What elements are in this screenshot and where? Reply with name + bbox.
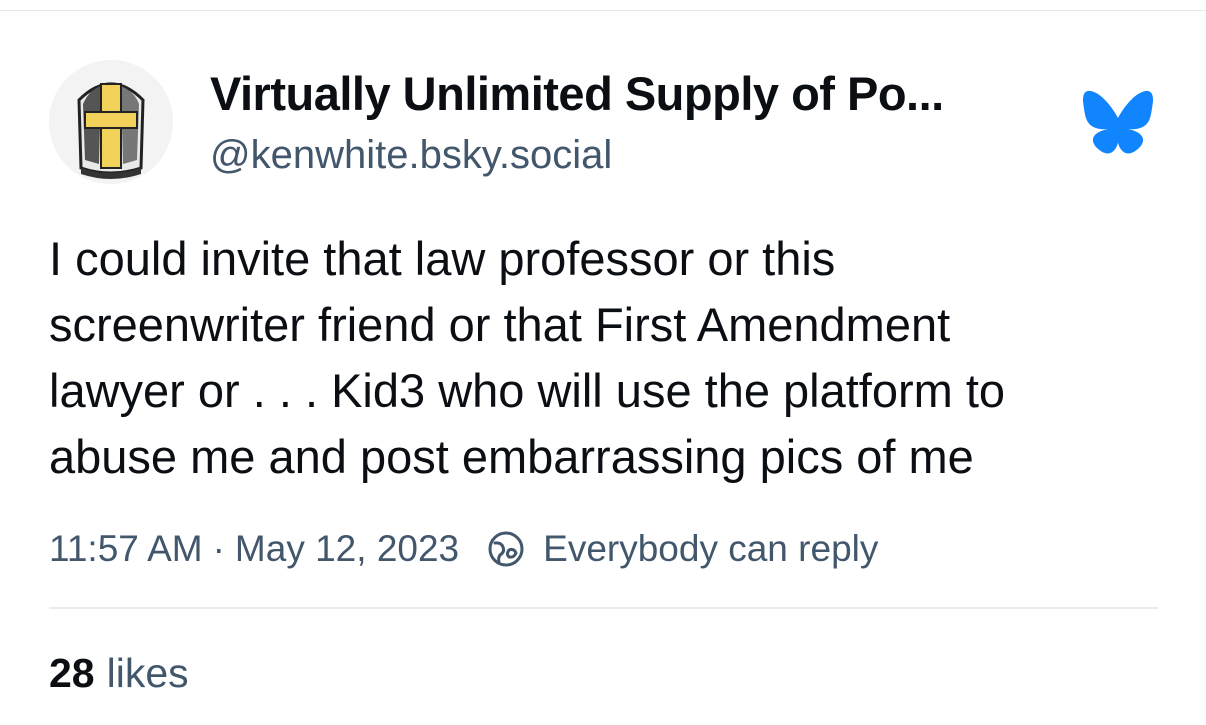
author-avatar[interactable] [49, 60, 173, 184]
likes-divider [49, 607, 1158, 609]
post-text-line: I could invite that law professor or thi… [49, 232, 836, 285]
post-text: I could invite that law professor or thi… [49, 226, 1169, 490]
post-text-line: screenwriter friend or that First Amendm… [49, 298, 951, 351]
author-handle[interactable]: @kenwhite.bsky.social [210, 133, 612, 178]
likes-number: 28 [49, 650, 95, 696]
likes-label: likes [106, 650, 189, 696]
post-text-line: abuse me and post embarrassing pics of m… [49, 430, 974, 483]
globe-icon [487, 530, 525, 568]
reply-setting[interactable]: Everybody can reply [543, 528, 878, 570]
post-time[interactable]: 11:57 AM [49, 528, 203, 570]
post-date[interactable]: May 12, 2023 [235, 528, 459, 570]
top-divider [0, 10, 1206, 11]
meta-separator: · [212, 528, 225, 569]
post-text-line: lawyer or . . . Kid3 who will use the pl… [49, 364, 1006, 417]
mitre-cross-avatar-icon [49, 60, 173, 184]
author-display-name[interactable]: Virtually Unlimited Supply of Po... [210, 66, 944, 121]
post-meta: 11:57 AM · May 12, 2023 Everybody can re… [49, 526, 878, 572]
bluesky-butterfly-icon[interactable] [1083, 90, 1153, 154]
likes-count[interactable]: 28 likes [49, 650, 189, 697]
